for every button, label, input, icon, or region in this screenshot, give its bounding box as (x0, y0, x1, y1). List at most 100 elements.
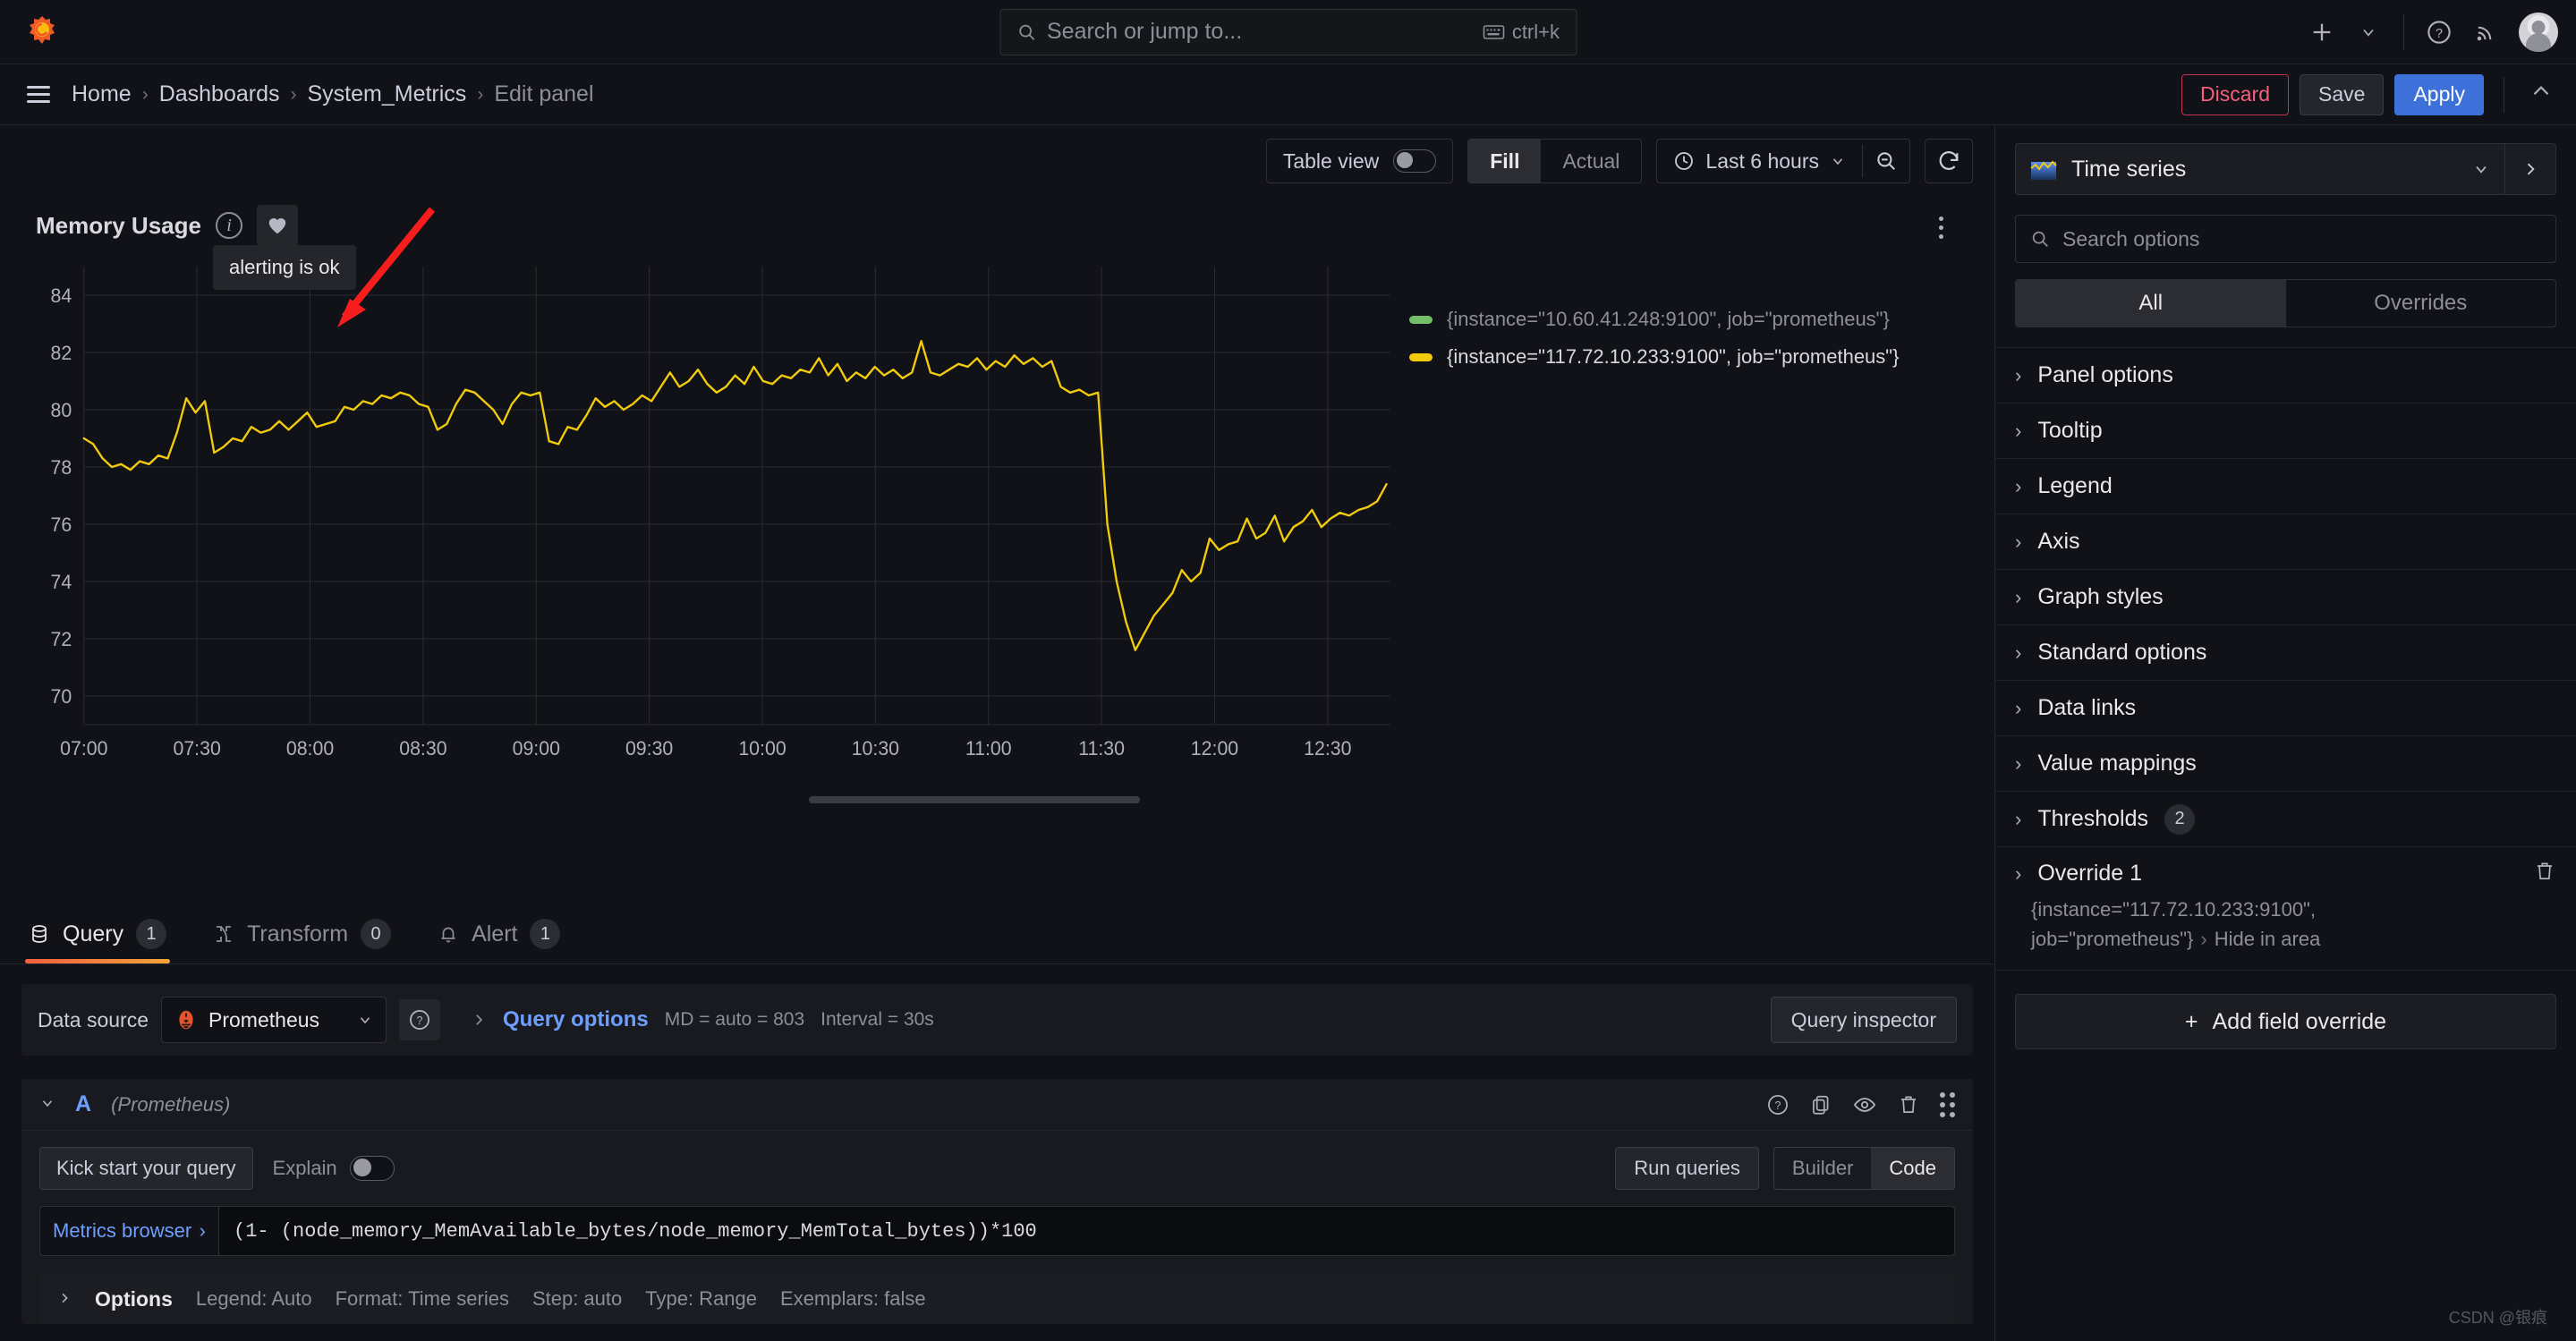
legend-item[interactable]: {instance="117.72.10.233:9100", job="pro… (1409, 338, 1973, 376)
section-panel-options[interactable]: › Panel options (1995, 347, 2576, 403)
tab-transform-badge: 0 (361, 919, 392, 949)
fill-option[interactable]: Fill (1468, 140, 1542, 182)
section-graph-styles[interactable]: › Graph styles (1995, 569, 2576, 624)
builder-mode-option[interactable]: Builder (1774, 1148, 1871, 1189)
alert-status-tooltip: alerting is ok (213, 235, 356, 290)
visualization-select[interactable]: Time series (2016, 157, 2504, 182)
tab-alert[interactable]: Alert 1 (434, 904, 564, 963)
datasource-name: Prometheus (208, 1007, 320, 1031)
query-editor: Data source Prometheus ? Query options M… (0, 964, 1994, 1341)
section-label: Value mappings (2037, 751, 2197, 776)
chevron-right-icon: › (2200, 928, 2207, 950)
section-value-mappings[interactable]: › Value mappings (1995, 735, 2576, 791)
query-inspector-button[interactable]: Query inspector (1770, 997, 1957, 1043)
panel-horizontal-scrollbar[interactable] (317, 796, 1951, 803)
help-circle-icon[interactable]: ? (1766, 1093, 1790, 1116)
visualization-picker-row: Time series (1995, 125, 2576, 195)
drag-handle-icon[interactable] (1940, 1091, 1955, 1117)
chevron-right-icon: › (2015, 751, 2022, 775)
prometheus-icon (179, 1010, 193, 1030)
breadcrumb-item-system-metrics[interactable]: System_Metrics (308, 81, 467, 107)
plus-icon[interactable] (2301, 12, 2342, 53)
time-range-picker[interactable]: Last 6 hours (1657, 149, 1862, 174)
add-field-override-button[interactable]: + Add field override (2015, 994, 2556, 1049)
panel-menu-icon[interactable] (1923, 209, 1959, 245)
info-circle-icon[interactable]: i (215, 212, 242, 239)
table-view-switch[interactable] (1393, 149, 1437, 173)
refresh-icon[interactable] (1926, 139, 1972, 183)
options-sections: › Panel options › Tooltip › Legend › Axi… (1995, 347, 2576, 1049)
tab-query[interactable]: Query 1 (25, 904, 171, 963)
copy-icon[interactable] (1809, 1093, 1832, 1116)
tab-overrides[interactable]: Overrides (2286, 280, 2556, 327)
search-input[interactable]: Search or jump to... ctrl+k (999, 8, 1577, 55)
zoom-out-icon[interactable] (1863, 139, 1909, 183)
metrics-browser-button[interactable]: Metrics browser › (39, 1206, 218, 1256)
search-placeholder-text: Search or jump to... (1047, 19, 1243, 44)
section-legend[interactable]: › Legend (1995, 458, 2576, 513)
chevron-right-icon[interactable] (57, 1287, 72, 1311)
fill-actual-radio-group: Fill Actual (1467, 139, 1643, 183)
query-options-link[interactable]: Query options (503, 1007, 649, 1032)
section-thresholds[interactable]: › Thresholds 2 (1995, 791, 2576, 846)
chevron-down-icon[interactable] (39, 1093, 55, 1116)
table-view-toggle[interactable]: Table view (1265, 139, 1454, 183)
legend-item[interactable]: {instance="10.60.41.248:9100", job="prom… (1409, 301, 1973, 338)
chevron-right-icon: › (2015, 363, 2022, 386)
save-button[interactable]: Save (2300, 73, 2385, 115)
section-data-links[interactable]: › Data links (1995, 680, 2576, 735)
chevron-right-icon: › (2015, 474, 2022, 497)
actual-option[interactable]: Actual (1541, 140, 1641, 182)
metrics-browser-label: Metrics browser (53, 1219, 192, 1242)
query-options-collapsed-row[interactable]: Options Legend: Auto Format: Time series… (39, 1274, 1955, 1324)
explain-switch[interactable] (349, 1156, 395, 1181)
table-view-label: Table view (1282, 149, 1380, 173)
run-queries-button[interactable]: Run queries (1615, 1147, 1759, 1190)
query-options-summary: Query options MD = auto = 803 Interval =… (471, 1007, 1758, 1032)
grafana-logo-icon[interactable] (23, 13, 61, 51)
rss-icon[interactable] (2465, 12, 2506, 53)
datasource-picker[interactable]: Prometheus (161, 997, 387, 1043)
chevron-down-icon[interactable] (2348, 12, 2389, 53)
promql-expression-input[interactable]: (1- (node_memory_MemAvailable_bytes/node… (218, 1206, 1955, 1256)
time-series-chart: 70 72 74 76 78 80 82 84 07:00 07:30 08:00 08:30 09:0… (21, 254, 1973, 791)
hamburger-menu-icon[interactable] (18, 74, 59, 115)
code-mode-option[interactable]: Code (1871, 1148, 1954, 1189)
chart-plot-area[interactable]: 70 72 74 76 78 80 82 84 07:00 07:30 08:00 08:30 09:0… (21, 254, 1400, 791)
svg-text:78: 78 (50, 456, 72, 479)
breadcrumb-item-dashboards[interactable]: Dashboards (159, 81, 280, 107)
trash-icon[interactable] (1897, 1093, 1920, 1116)
tab-all-options[interactable]: All (2016, 280, 2286, 327)
section-standard-options[interactable]: › Standard options (1995, 624, 2576, 680)
global-search-container: Search or jump to... ctrl+k (999, 8, 1577, 55)
eye-icon[interactable] (1852, 1092, 1877, 1117)
edit-panel-body: Table view Fill Actual Last 6 hours Memo… (0, 125, 2576, 1341)
svg-text:07:30: 07:30 (173, 737, 220, 760)
chevron-up-icon[interactable] (2524, 80, 2558, 109)
chevron-down-icon (2476, 166, 2487, 174)
breadcrumb-item-home[interactable]: Home (72, 81, 132, 107)
override-header[interactable]: › Override 1 (2015, 860, 2556, 887)
section-axis[interactable]: › Axis (1995, 513, 2576, 569)
datasource-help-icon[interactable]: ? (399, 999, 441, 1040)
svg-text:?: ? (417, 1014, 423, 1027)
chevron-right-icon[interactable] (2505, 160, 2555, 178)
kick-start-query-button[interactable]: Kick start your query (39, 1147, 253, 1190)
user-avatar[interactable] (2519, 12, 2558, 52)
section-label: Legend (2037, 473, 2113, 498)
chevron-right-icon[interactable] (471, 1012, 487, 1028)
override-title: Override 1 (2037, 861, 2143, 886)
section-tooltip[interactable]: › Tooltip (1995, 403, 2576, 458)
edit-panel-actions: Discard Save Apply (2181, 73, 2558, 115)
tab-transform[interactable]: Transform 0 (209, 904, 395, 963)
section-label: Panel options (2037, 362, 2173, 387)
apply-button[interactable]: Apply (2394, 73, 2484, 115)
trash-icon[interactable] (2533, 860, 2556, 887)
query-ref-id[interactable]: A (75, 1091, 91, 1117)
chevron-right-icon: › (290, 83, 297, 105)
keyboard-icon (1484, 24, 1505, 39)
options-search-input[interactable]: Search options (2015, 215, 2556, 263)
explain-label: Explain (272, 1157, 337, 1179)
discard-button[interactable]: Discard (2181, 73, 2290, 115)
help-circle-icon[interactable]: ? (2419, 12, 2460, 53)
